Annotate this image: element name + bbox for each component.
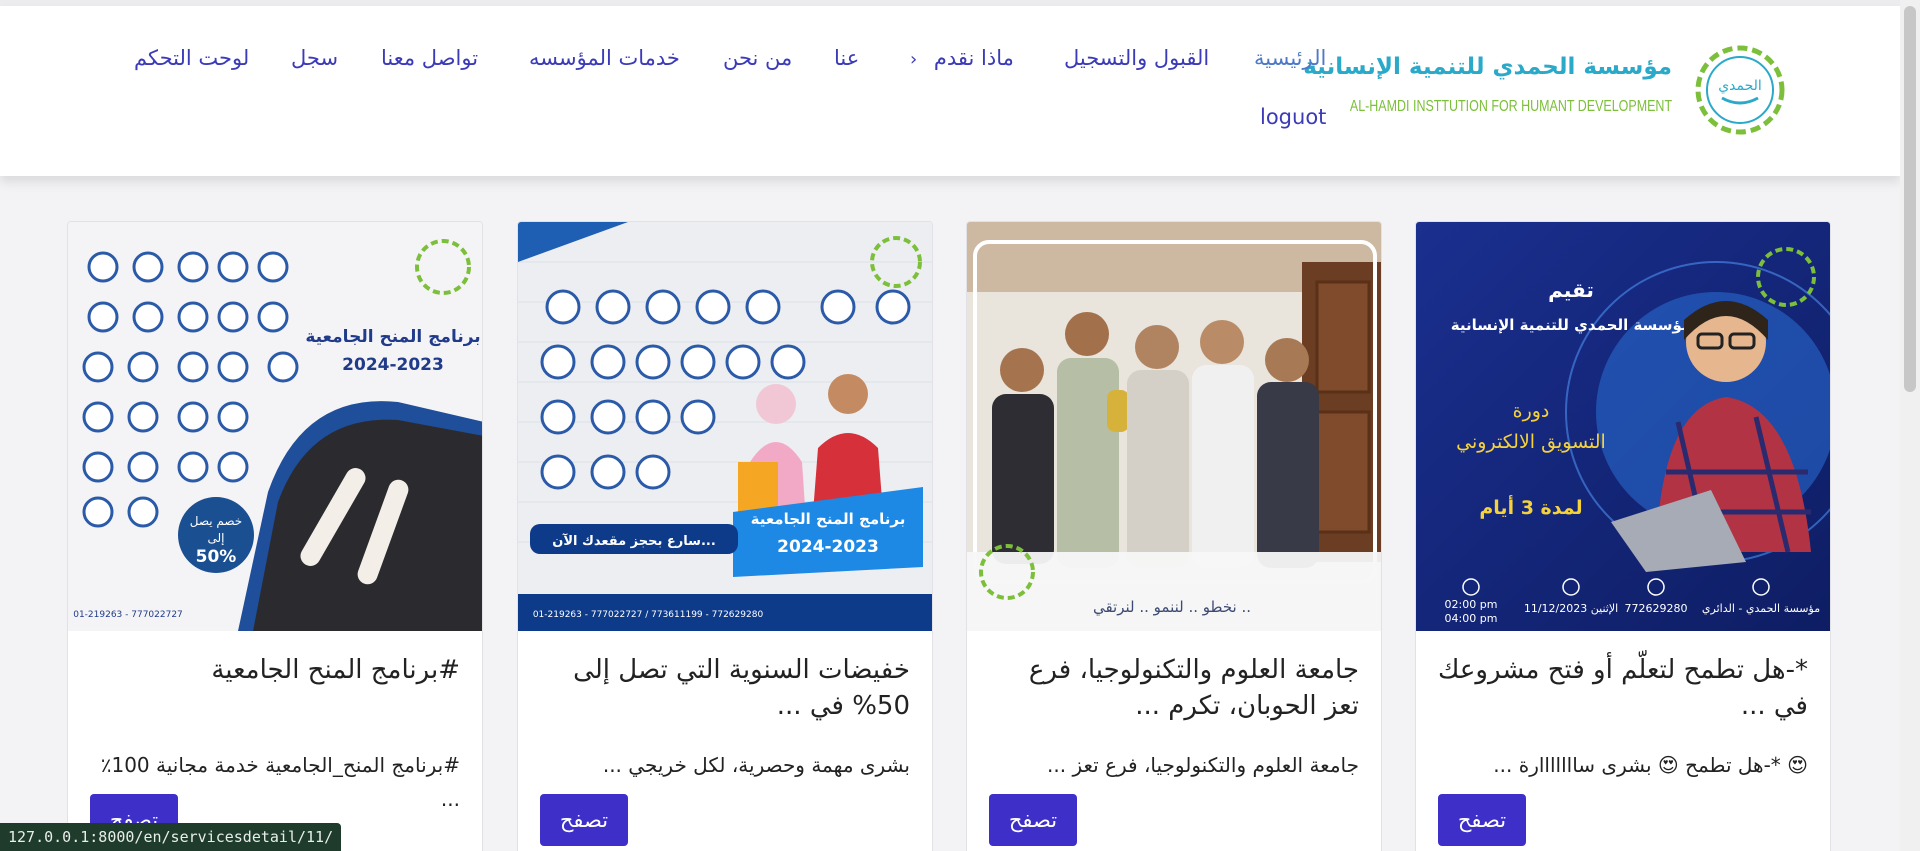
logo-title: مؤسسة الحمدي للتنمية الإنسانية bbox=[1303, 54, 1672, 80]
site-header: مؤسسة الحمدي للتنمية الإنسانية AL-HAMDI … bbox=[0, 6, 1900, 176]
poster-org: مؤسسة الحمدي للتنمية الإنسانية bbox=[1451, 316, 1692, 335]
card-title: خفيضات السنوية التي تصل إلى 50% في ... bbox=[573, 655, 910, 721]
card-description: جامعة العلوم والتكنولوجيا، فرع تعز ... bbox=[1047, 753, 1359, 777]
scholarships-poster-image: برنامج المنح الجامعية 2024-2023 خصم يصل … bbox=[68, 222, 482, 631]
nav-contact[interactable]: تواصل معنا bbox=[381, 46, 478, 70]
ribbon-title: برنامج المنح الجامعية bbox=[751, 510, 906, 528]
nav-dashboard[interactable]: لوحت التحكم bbox=[134, 46, 249, 70]
service-card[interactable]: برنامج المنح الجامعية 2024-2023 خصم يصل … bbox=[67, 221, 483, 851]
discount-line3: 50% bbox=[196, 547, 237, 567]
poster-course: دورة bbox=[1513, 400, 1550, 422]
card-image[interactable]: تقيم مؤسسة الحمدي للتنمية الإنسانية دورة… bbox=[1416, 222, 1830, 631]
discount-line1: خصم يصل bbox=[190, 514, 242, 528]
browse-button[interactable]: تصفح bbox=[1438, 794, 1526, 846]
card-title: #برنامج المنح الجامعية bbox=[211, 655, 460, 685]
card-description: بشرى مهمة وحصرية، لكل خريجي ... bbox=[602, 753, 910, 777]
poster-phones: 01-219263 - 777022727 bbox=[73, 610, 183, 620]
nav-who-we-are[interactable]: من نحن bbox=[723, 46, 792, 70]
card-title: *-هل تطمح لتعلّم أو فتح مشروعك في ... bbox=[1438, 655, 1808, 721]
browse-button[interactable]: تصفح bbox=[540, 794, 628, 846]
browse-button[interactable]: تصفح bbox=[989, 794, 1077, 846]
nav-what-we-offer-label: ماذا نقدم bbox=[933, 46, 1014, 70]
nav-what-we-offer[interactable]: ماذا نقدم ‹ bbox=[910, 46, 1014, 70]
poster-info3: الإثنين 11/12/2023 bbox=[1524, 602, 1618, 615]
link-status-bar: 127.0.0.1:8000/en/servicesdetail/11/ bbox=[0, 823, 342, 851]
scholarship-poster-image: برنامج المنح الجامعية 2024-2023 سارع بحج… bbox=[518, 222, 932, 631]
service-card[interactable]: نخطو .. لننمو .. لنرتقي .. جامعة العلوم … bbox=[966, 221, 1382, 851]
poster-cta: سارع بحجز مقعدك الآن... bbox=[552, 533, 716, 549]
poster-duration: لمدة 3 أيام bbox=[1479, 495, 1582, 519]
card-title: جامعة العلوم والتكنولوجيا، فرع تعز الحوب… bbox=[1028, 655, 1359, 721]
page-scrollbar[interactable] bbox=[1900, 0, 1920, 851]
poster-heading: تقيم bbox=[1548, 278, 1594, 302]
card-description: 😍 *-هل تطمح 😍 بشرى سااااااارة ... bbox=[1493, 753, 1808, 777]
card-image[interactable]: نخطو .. لننمو .. لنرتقي .. bbox=[967, 222, 1381, 631]
poster-heading: برنامج المنح الجامعية bbox=[305, 327, 480, 347]
logo-emblem-icon: الحمدي bbox=[1695, 45, 1785, 135]
nav-home[interactable]: الرئيسية bbox=[1254, 46, 1326, 70]
logo[interactable]: مؤسسة الحمدي للتنمية الإنسانية AL-HAMDI … bbox=[1303, 40, 1790, 140]
group-photo-image: نخطو .. لننمو .. لنرتقي .. bbox=[967, 222, 1381, 631]
card-image[interactable]: برنامج المنح الجامعية 2024-2023 خصم يصل … bbox=[68, 222, 482, 631]
poster-info1: مؤسسة الحمدي - الدائري bbox=[1702, 602, 1820, 615]
service-card[interactable]: تقيم مؤسسة الحمدي للتنمية الإنسانية دورة… bbox=[1415, 221, 1831, 851]
poster-course-name: التسويق الالكتروني bbox=[1456, 431, 1606, 453]
nav-register[interactable]: سجل bbox=[291, 46, 338, 70]
scrollbar-thumb[interactable] bbox=[1904, 6, 1916, 392]
discount-line2: إلى bbox=[208, 531, 225, 545]
service-card[interactable]: برنامج المنح الجامعية 2024-2023 سارع بحج… bbox=[517, 221, 933, 851]
poster-phones: 01-219263 - 777022727 / 773611199 - 7726… bbox=[533, 610, 764, 620]
poster-time1: 02:00 pm bbox=[1445, 598, 1498, 611]
poster-time2: 04:00 pm bbox=[1445, 612, 1498, 625]
logo-subtitle: AL-HAMDI INSTTUTION FOR HUMANT DEVELOPME… bbox=[1349, 98, 1672, 115]
course-poster-image: تقيم مؤسسة الحمدي للتنمية الإنسانية دورة… bbox=[1416, 222, 1830, 631]
nav-services[interactable]: خدمات المؤسسه bbox=[529, 46, 680, 70]
nav-logout[interactable]: loguot bbox=[1260, 105, 1326, 129]
nav-about[interactable]: عنا bbox=[834, 46, 859, 70]
ribbon-years: 2024-2023 bbox=[777, 537, 879, 557]
chevron-left-icon: ‹ bbox=[910, 49, 918, 70]
emblem-text: الحمدي bbox=[1718, 78, 1762, 94]
photo-slogan: نخطو .. لننمو .. لنرتقي .. bbox=[1093, 598, 1251, 617]
nav-admission[interactable]: القبول والتسجيل bbox=[1064, 46, 1209, 70]
card-image[interactable]: برنامج المنح الجامعية 2024-2023 سارع بحج… bbox=[518, 222, 932, 631]
poster-years: 2024-2023 bbox=[342, 355, 444, 375]
poster-info2: 772629280 bbox=[1625, 602, 1688, 615]
